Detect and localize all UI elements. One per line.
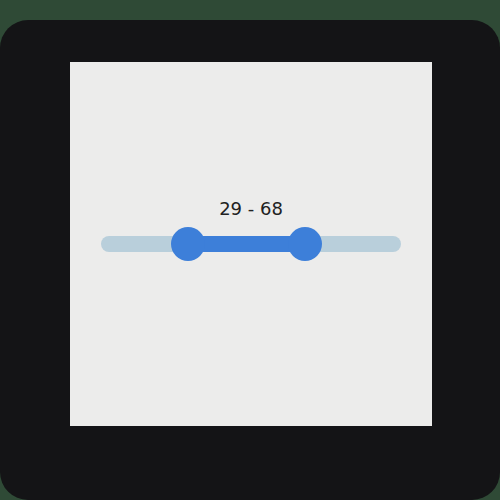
slider-track[interactable] xyxy=(101,236,401,252)
start-knob[interactable] xyxy=(171,227,205,261)
range-slider[interactable] xyxy=(101,227,401,261)
display-bezel: 29 - 68 xyxy=(0,20,500,500)
end-knob[interactable] xyxy=(288,227,322,261)
screen: 29 - 68 xyxy=(70,62,432,426)
range-label: 29 - 68 xyxy=(215,198,287,220)
